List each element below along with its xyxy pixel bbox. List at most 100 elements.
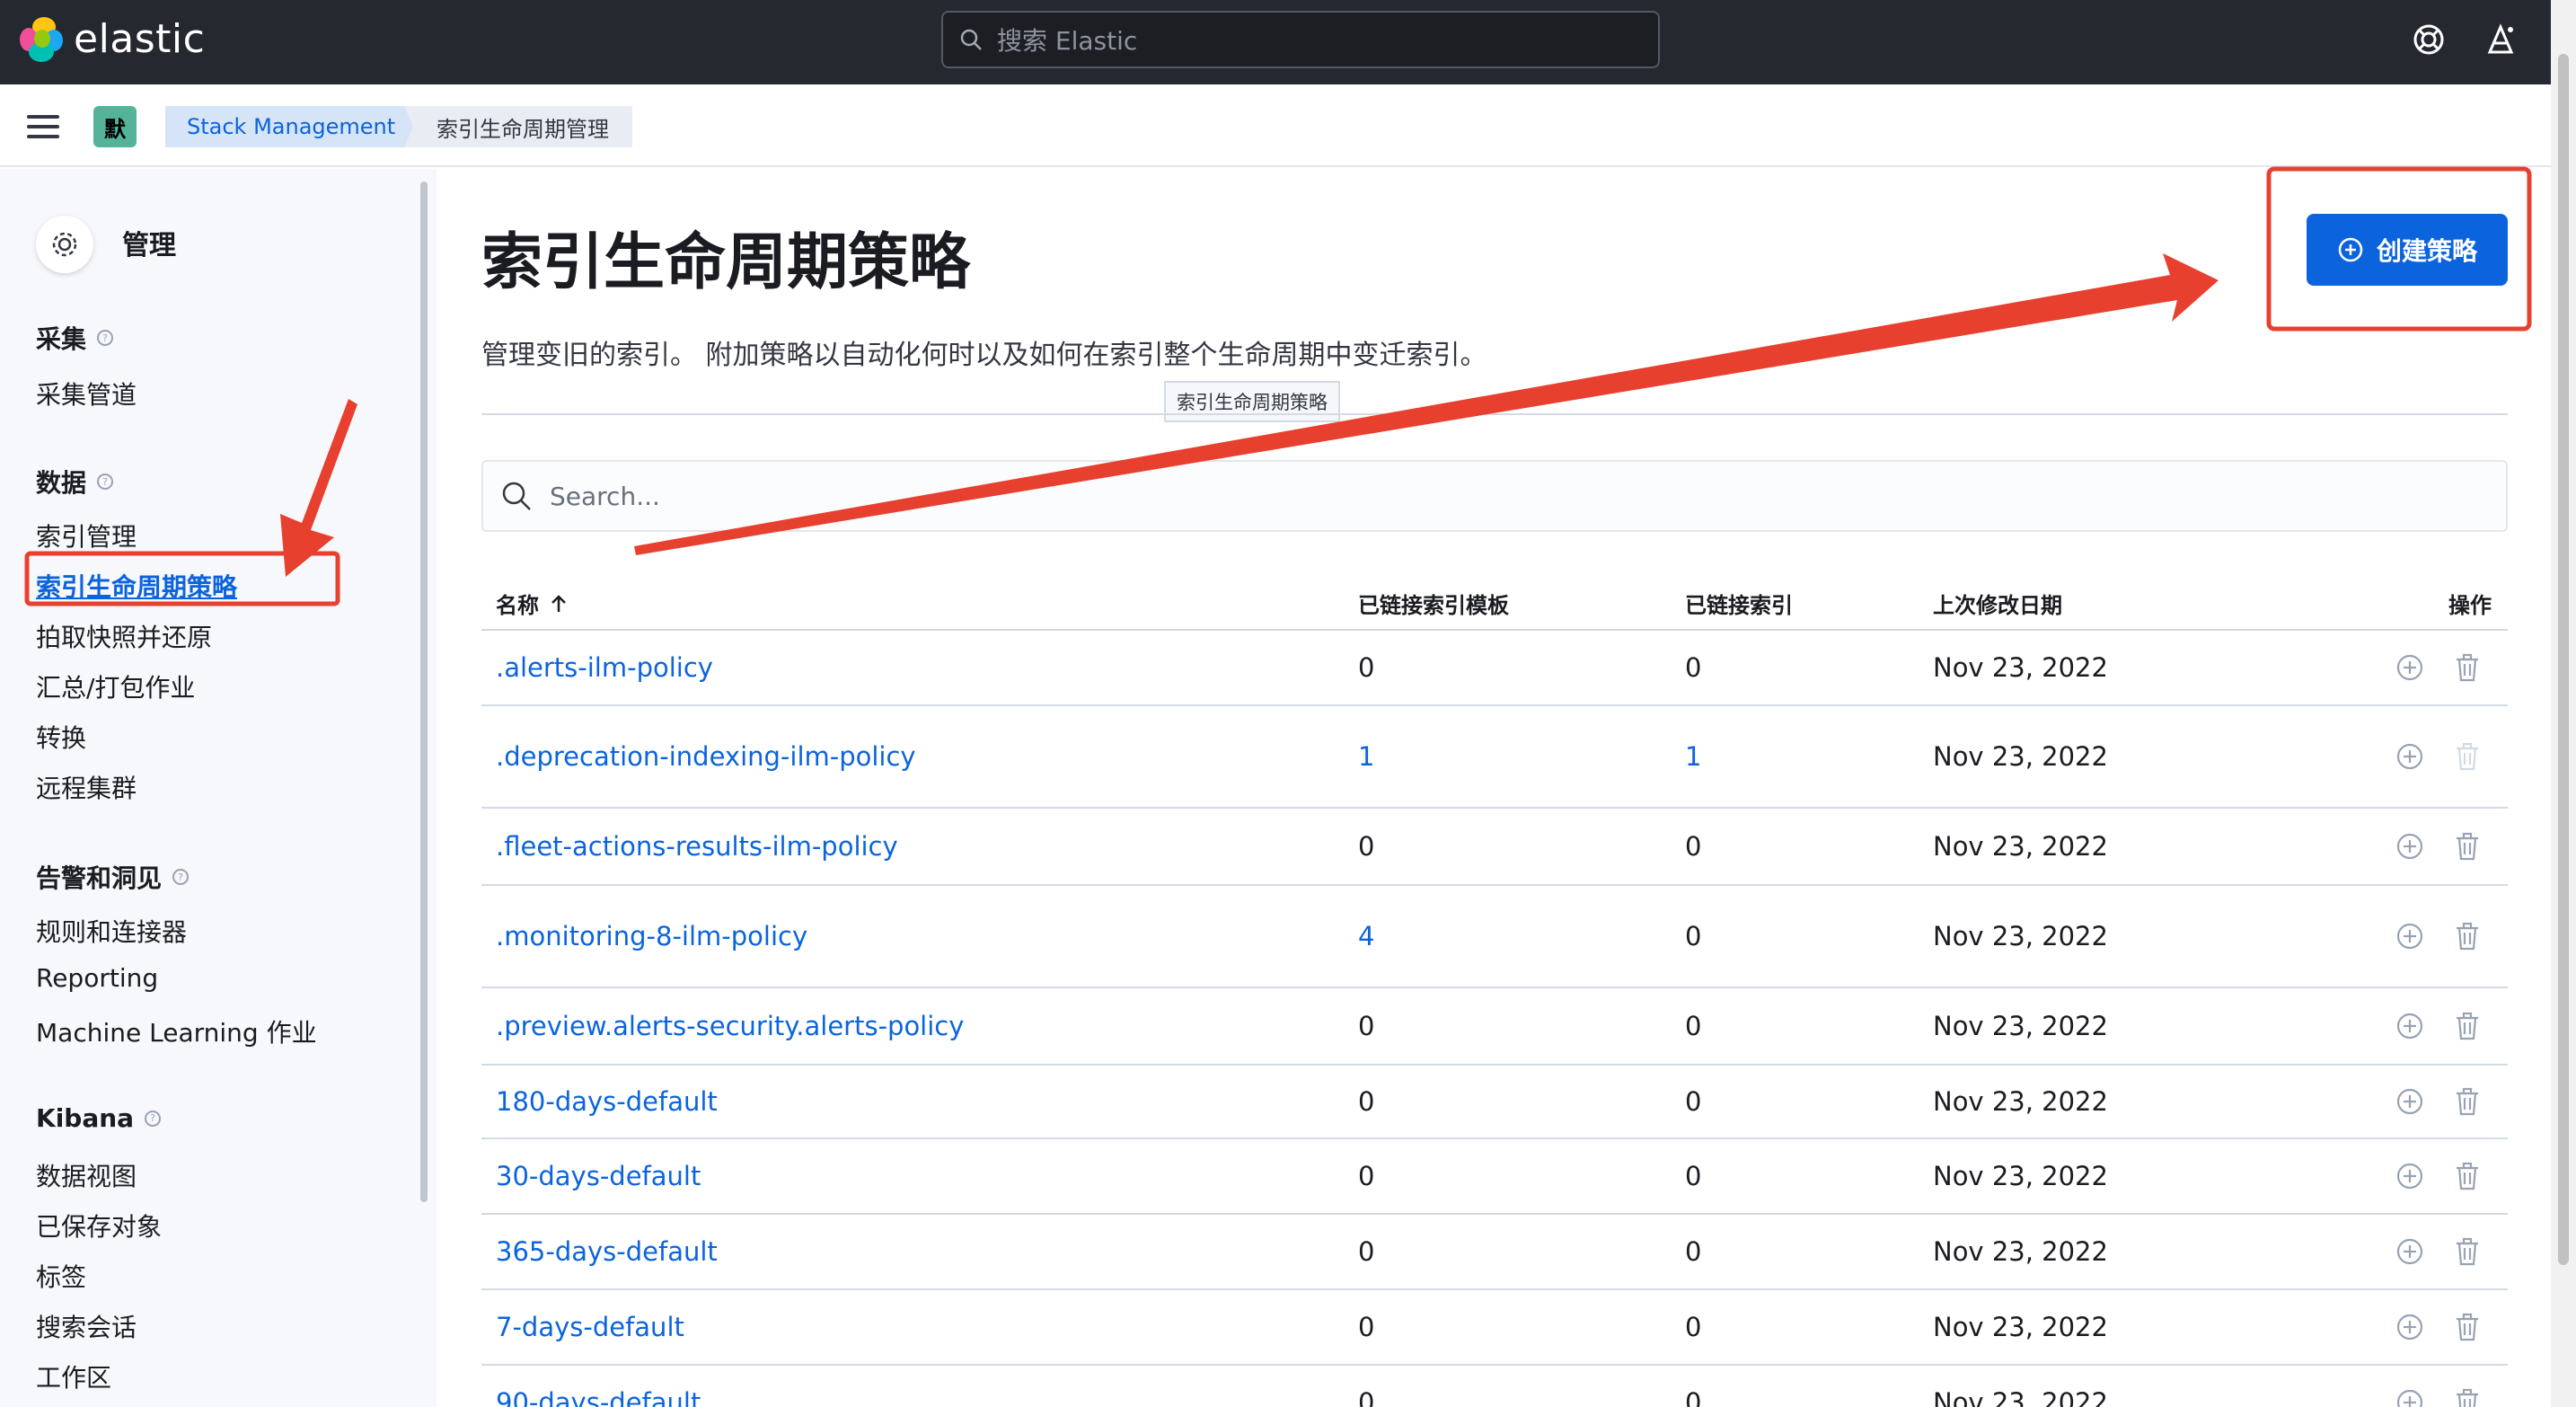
delete-policy-icon[interactable] (2452, 1086, 2483, 1117)
sidebar-item-saved-objects[interactable]: 已保存对象 (36, 1208, 162, 1243)
policy-name-link[interactable]: .monitoring-8-ilm-policy (496, 921, 807, 951)
sidebar-item-ml-jobs[interactable]: Machine Learning 作业 (36, 1013, 317, 1049)
newsfeed-icon[interactable] (2483, 22, 2519, 58)
linked-indices-count: 0 (1685, 1387, 1702, 1407)
delete-policy-icon (2457, 742, 2478, 771)
linked-templates-count: 0 (1358, 831, 1375, 862)
add-policy-to-template-icon[interactable] (2395, 1236, 2425, 1267)
policy-name-link[interactable]: .preview.alerts-security.alerts-policy (496, 1011, 964, 1041)
space-avatar[interactable]: 默 (93, 106, 137, 147)
global-search-input[interactable]: 搜索 Elastic (941, 11, 1660, 68)
linked-indices-count: 0 (1685, 831, 1702, 862)
sort-ascending-icon (551, 594, 566, 612)
sidebar-group-alerts-insights: 告警和洞见? (36, 859, 190, 895)
linked-templates-count[interactable]: 4 (1358, 921, 1374, 951)
question-icon[interactable]: ? (97, 330, 114, 346)
add-policy-to-template-icon[interactable] (2395, 652, 2425, 683)
sidebar-item-snapshot-restore[interactable]: 拍取快照并还原 (36, 618, 212, 654)
sidebar-item-ilm-policies[interactable]: 索引生命周期策略 (36, 568, 237, 604)
question-icon[interactable]: ? (172, 869, 190, 885)
linked-indices-count: 0 (1685, 1086, 1702, 1117)
add-policy-to-template-icon[interactable] (2395, 741, 2425, 772)
column-header-modified-date[interactable]: 上次修改日期 (1933, 588, 2062, 619)
linked-templates-count: 0 (1358, 1011, 1375, 1041)
sidebar-item-transforms[interactable]: 转换 (36, 719, 86, 755)
sidebar-item-rollup-jobs[interactable]: 汇总/打包作业 (36, 668, 195, 704)
sidebar-item-tags[interactable]: 标签 (36, 1258, 86, 1294)
add-policy-to-template-icon[interactable] (2395, 1011, 2425, 1041)
policy-name-link[interactable]: 30-days-default (496, 1161, 701, 1191)
policy-name-link[interactable]: 365-days-default (496, 1236, 718, 1267)
column-header-linked-templates[interactable]: 已链接索引模板 (1358, 588, 1509, 619)
help-icon[interactable] (2411, 22, 2447, 58)
delete-policy-icon[interactable] (2452, 1312, 2483, 1342)
page-scrollbar[interactable] (2551, 0, 2576, 1407)
sidebar-item-index-management[interactable]: 索引管理 (36, 518, 137, 553)
modified-date: Nov 23, 2022 (1933, 652, 2108, 683)
sidebar-item-data-views[interactable]: 数据视图 (36, 1157, 137, 1193)
gear-icon (36, 216, 93, 273)
sidebar-item-reporting[interactable]: Reporting (36, 963, 158, 993)
modified-date: Nov 23, 2022 (1933, 1086, 2108, 1117)
menu-icon[interactable] (27, 115, 59, 138)
sidebar-group-kibana: Kibana? (36, 1103, 162, 1133)
elastic-logo[interactable]: elastic (20, 16, 205, 62)
policy-search-field[interactable] (481, 460, 2508, 532)
sidebar-group-data: 数据? (36, 464, 114, 500)
page-title: 索引生命周期策略 (481, 227, 971, 298)
modified-date: Nov 23, 2022 (1933, 1312, 2108, 1342)
modified-date: Nov 23, 2022 (1933, 831, 2108, 862)
add-policy-to-template-icon[interactable] (2395, 1161, 2425, 1191)
logo-text: elastic (74, 16, 206, 62)
linked-indices-count: 0 (1685, 1312, 1702, 1342)
sidebar-item-ingest-pipelines[interactable]: 采集管道 (36, 376, 137, 411)
breadcrumb-stack-management[interactable]: Stack Management (165, 106, 421, 147)
question-icon[interactable]: ? (97, 473, 114, 490)
delete-policy-icon[interactable] (2452, 1161, 2483, 1191)
column-header-name[interactable]: 名称 (496, 588, 568, 619)
sidebar-group-ingest: 采集? (36, 320, 114, 356)
policy-name-link[interactable]: 7-days-default (496, 1312, 684, 1342)
delete-policy-icon[interactable] (2452, 1387, 2483, 1407)
sidebar-item-spaces[interactable]: 工作区 (36, 1358, 111, 1394)
linked-templates-count: 0 (1358, 1161, 1375, 1191)
column-header-linked-indices[interactable]: 已链接索引 (1685, 588, 1793, 619)
add-policy-to-template-icon[interactable] (2395, 1086, 2425, 1117)
delete-policy-icon[interactable] (2452, 652, 2483, 683)
question-icon[interactable]: ? (145, 1110, 162, 1127)
sidebar-title: 管理 (122, 230, 176, 261)
linked-templates-count[interactable]: 1 (1358, 741, 1374, 772)
delete-policy-icon[interactable] (2452, 1236, 2483, 1267)
sidebar-item-remote-clusters[interactable]: 远程集群 (36, 769, 137, 805)
linked-indices-count: 0 (1685, 1236, 1702, 1267)
policy-name-link[interactable]: .alerts-ilm-policy (496, 652, 713, 683)
modified-date: Nov 23, 2022 (1933, 921, 2108, 951)
table-row: .preview.alerts-security.alerts-policy 0 0… (481, 988, 2508, 1066)
table-row: .deprecation-indexing-ilm-policy 1 1 Nov 23… (481, 706, 2508, 809)
modified-date: Nov 23, 2022 (1933, 1387, 2108, 1407)
sidebar-scrollbar[interactable] (420, 181, 428, 1202)
add-policy-to-template-icon[interactable] (2395, 921, 2425, 951)
policy-name-link[interactable]: .deprecation-indexing-ilm-policy (496, 741, 916, 772)
policy-name-link[interactable]: 90-days-default (496, 1387, 701, 1407)
create-policy-button[interactable]: 创建策略 (2307, 214, 2508, 286)
policy-search-input[interactable] (550, 481, 2436, 511)
divider (481, 413, 2508, 415)
sidebar-item-search-sessions[interactable]: 搜索会话 (36, 1308, 137, 1344)
breadcrumb-bar: 默 Stack Management 索引生命周期管理 (0, 84, 2551, 167)
create-policy-label: 创建策略 (2376, 236, 2477, 266)
table-row: .monitoring-8-ilm-policy 4 0 Nov 23, 2022 (481, 886, 2508, 988)
add-policy-to-template-icon[interactable] (2395, 831, 2425, 862)
linked-indices-count[interactable]: 1 (1685, 741, 1701, 772)
page-description: 管理变旧的索引。 附加策略以自动化何时以及如何在索引整个生命周期中变迁索引。 (481, 340, 1487, 371)
policy-name-link[interactable]: 180-days-default (496, 1086, 718, 1117)
add-policy-to-template-icon[interactable] (2395, 1312, 2425, 1342)
table-row: 90-days-default 0 0 Nov 23, 2022 (481, 1366, 2508, 1407)
page-scrollbar-thumb[interactable] (2558, 54, 2569, 1265)
policy-name-link[interactable]: .fleet-actions-results-ilm-policy (496, 831, 898, 862)
add-policy-to-template-icon[interactable] (2395, 1387, 2425, 1407)
delete-policy-icon[interactable] (2452, 921, 2483, 951)
delete-policy-icon[interactable] (2452, 831, 2483, 862)
delete-policy-icon[interactable] (2452, 1011, 2483, 1041)
sidebar-item-rules-connectors[interactable]: 规则和连接器 (36, 913, 187, 949)
